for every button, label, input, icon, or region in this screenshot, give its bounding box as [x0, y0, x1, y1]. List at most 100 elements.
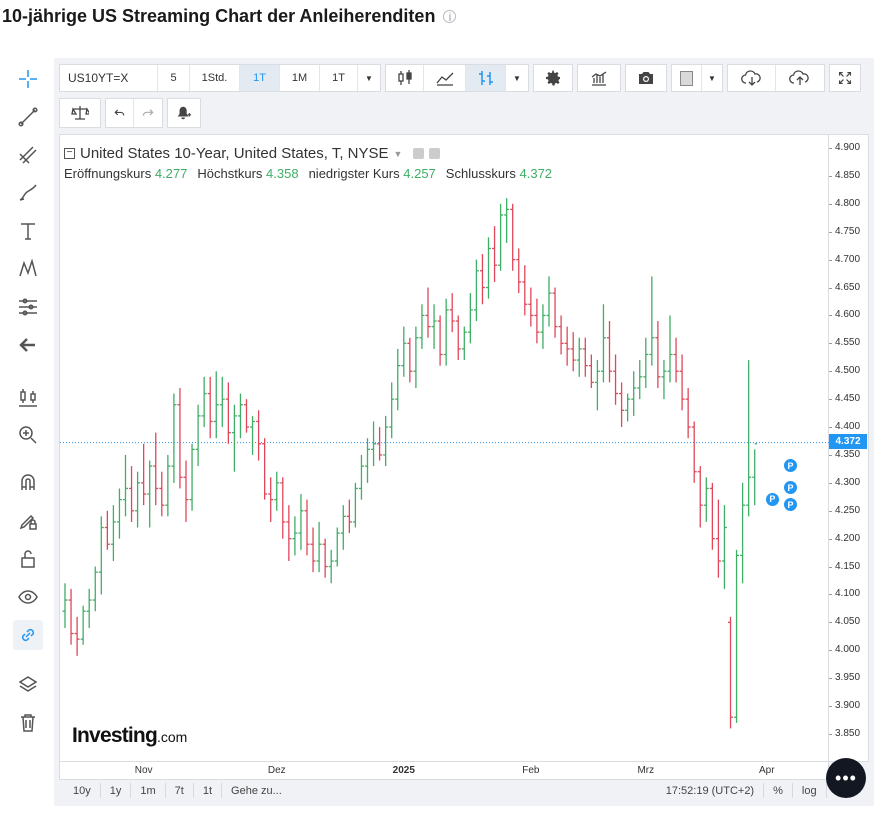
chart-plot-area[interactable]: [59, 134, 830, 762]
interval-dropdown[interactable]: ▼: [358, 65, 380, 91]
ohlc-bar: [256, 410, 262, 461]
trash-icon[interactable]: [13, 708, 43, 738]
logo-main: Investing: [72, 724, 158, 747]
interval-label: 1T: [332, 72, 345, 84]
text-icon[interactable]: [13, 216, 43, 246]
ohlc-bar: [655, 321, 661, 388]
ohlc-bar: [262, 438, 268, 500]
time-tick-label: 2025: [392, 765, 415, 776]
range-10y-button[interactable]: 10y: [59, 783, 101, 798]
page-title-text: 10-jährige US Streaming Chart der Anleih…: [2, 6, 436, 26]
position-icon[interactable]: [13, 382, 43, 412]
cloud-download-icon[interactable]: [728, 65, 776, 91]
clock-display[interactable]: 17:52:19 (UTC+2): [657, 783, 765, 798]
price-tick-label: 4.250: [835, 504, 861, 516]
ohlc-bar: [613, 354, 619, 405]
range-7t-button[interactable]: 7t: [166, 783, 194, 798]
magnet-icon[interactable]: [13, 468, 43, 498]
range-label: 1m: [140, 784, 156, 797]
ohlc-bar: [268, 477, 274, 522]
lock-draw-icon[interactable]: [13, 506, 43, 536]
ohlc-bar: [752, 443, 758, 506]
ohlc-bar: [619, 382, 625, 428]
price-tick-mark: [829, 315, 832, 317]
ohlc-bar: [607, 321, 612, 383]
color-dropdown[interactable]: ▼: [702, 65, 722, 91]
range-1y-button[interactable]: 1y: [101, 783, 132, 798]
price-tick-label: 3.900: [835, 700, 861, 712]
ohlc-bar: [244, 399, 249, 433]
camera-icon[interactable]: [626, 65, 666, 91]
candle-icon[interactable]: [386, 65, 424, 91]
ohlc-bar: [316, 521, 322, 573]
fullscreen-icon[interactable]: [830, 65, 860, 91]
event-marker[interactable]: P: [764, 491, 780, 507]
ohlc-bar: [413, 326, 419, 388]
layers-icon[interactable]: [13, 670, 43, 700]
bottom-bar: 10y 1y 1m 7t 1t Gehe zu... 17:52:19 (UTC…: [59, 780, 869, 801]
interval-1std-button[interactable]: 1Std.: [190, 65, 240, 91]
link-icon[interactable]: [13, 620, 43, 650]
area-chart-icon[interactable]: [424, 65, 466, 91]
price-tick-mark: [829, 510, 832, 512]
pattern-icon[interactable]: [13, 254, 43, 284]
price-tick-label: 4.000: [835, 644, 861, 656]
chevron-down-icon[interactable]: ▼: [394, 149, 403, 159]
info-icon[interactable]: i: [443, 10, 457, 23]
crosshair-icon[interactable]: [13, 64, 43, 94]
visibility-icon[interactable]: [413, 148, 425, 159]
interval-1t-button[interactable]: 1T: [240, 65, 280, 91]
collapse-icon[interactable]: −: [64, 148, 75, 159]
ohlc-bar: [576, 337, 582, 377]
zoom-in-icon[interactable]: [13, 420, 43, 450]
price-tick-label: 4.400: [835, 421, 861, 433]
unlock-icon[interactable]: [13, 544, 43, 574]
time-axis[interactable]: Nov Dez 2025 Feb Mrz Apr: [59, 762, 829, 780]
settings-icon[interactable]: [429, 148, 441, 159]
indicators-icon[interactable]: [578, 65, 620, 91]
ohlc-bar: [473, 259, 479, 322]
ohlc-bar: [147, 460, 153, 528]
redo-icon[interactable]: [134, 99, 162, 127]
price-chart: [60, 198, 830, 729]
symbol-search[interactable]: US10YT=X: [60, 65, 158, 91]
bar-chart-icon[interactable]: [466, 65, 506, 91]
price-tick-label: 4.550: [835, 337, 861, 349]
close-value: 4.372: [519, 166, 553, 181]
ohlc-bar: [643, 337, 649, 388]
brush-icon[interactable]: [13, 178, 43, 208]
percent-toggle[interactable]: %: [764, 783, 793, 798]
cloud-upload-icon[interactable]: [776, 65, 824, 91]
eye-icon[interactable]: [13, 582, 43, 612]
trendline-icon[interactable]: [13, 102, 43, 132]
ohlc-legend: Eröffnungskurs 4.277 Höchstkurs 4.358 ni…: [64, 166, 552, 181]
low-item: niedrigster Kurs 4.257: [309, 166, 436, 181]
time-tick-label: Dez: [267, 765, 286, 776]
chevron-down-icon: ▼: [708, 73, 716, 83]
interval-1t-alt-button[interactable]: 1T: [320, 65, 358, 91]
ohlc-bar: [165, 454, 171, 517]
alert-add-icon[interactable]: [168, 99, 200, 127]
color-box-icon[interactable]: [672, 65, 702, 91]
goto-button[interactable]: Gehe zu...: [222, 783, 291, 798]
instrument-legend: − United States 10-Year, United States, …: [64, 145, 441, 162]
ohlc-bar: [600, 304, 606, 383]
back-arrow-icon[interactable]: [13, 330, 43, 360]
ohlc-bar: [135, 471, 141, 528]
interval-1m-button[interactable]: 1M: [280, 65, 320, 91]
secondary-toolbar: [59, 98, 205, 128]
measure-icon[interactable]: [13, 292, 43, 322]
log-toggle[interactable]: log: [793, 783, 827, 798]
ohlc-bar: [68, 588, 74, 645]
chart-type-dropdown[interactable]: ▼: [506, 65, 528, 91]
time-tick-label: Feb: [522, 765, 540, 776]
ohlc-bar: [141, 443, 147, 506]
range-1t-button[interactable]: 1t: [194, 783, 223, 798]
scale-icon[interactable]: [60, 99, 100, 127]
fib-icon[interactable]: [13, 140, 43, 170]
undo-icon[interactable]: [106, 99, 134, 127]
gear-icon[interactable]: [534, 65, 572, 91]
range-1m-button[interactable]: 1m: [131, 783, 166, 798]
interval-input[interactable]: 5: [158, 65, 190, 91]
more-options-button[interactable]: •••: [826, 758, 866, 798]
